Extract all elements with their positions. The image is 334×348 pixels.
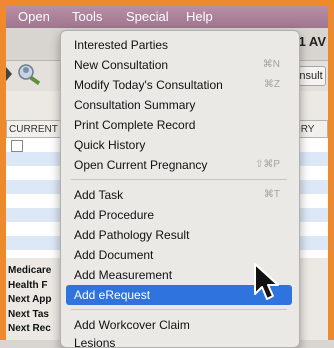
- menu-item-shortcut: ⌘Z: [263, 79, 280, 90]
- menu-item-label: Add Workcover Claim: [74, 318, 190, 332]
- label-next-appointment: Next App: [8, 294, 52, 305]
- label-next-recall: Next Rec: [8, 323, 51, 334]
- menu-item-label: Lesions: [74, 336, 116, 348]
- menu-item-add-task[interactable]: Add Task ⌘T: [66, 185, 292, 205]
- menu-separator: [71, 309, 287, 310]
- menu-item-add-workcover-claim[interactable]: Add Workcover Claim: [66, 315, 292, 335]
- patient-search-icon[interactable]: [6, 63, 48, 85]
- menu-item-label: Add eRequest: [74, 288, 151, 302]
- menu-item-label: Quick History: [74, 138, 146, 152]
- menu-item-add-procedure[interactable]: Add Procedure: [66, 205, 292, 225]
- menu-help[interactable]: Help: [186, 6, 213, 28]
- menu-separator: [71, 179, 287, 180]
- label-health-fund: Health F: [8, 279, 48, 291]
- menu-item-label: Add Procedure: [74, 208, 155, 222]
- menu-item-label: Add Pathology Result: [74, 228, 190, 242]
- menu-item-new-consultation[interactable]: New Consultation ⌘N: [66, 55, 292, 75]
- menu-item-lesions[interactable]: Lesions: [66, 333, 292, 348]
- menu-item-modify-consultation[interactable]: Modify Today's Consultation ⌘Z: [66, 75, 292, 95]
- menu-item-shortcut: ⌘N: [262, 59, 280, 70]
- menu-item-shortcut: ⇧⌘P: [254, 159, 280, 170]
- menu-item-add-pathology-result[interactable]: Add Pathology Result: [66, 225, 292, 245]
- menu-item-label: New Consultation: [74, 58, 169, 72]
- label-medicare: Medicare: [8, 265, 52, 276]
- menu-open[interactable]: Open: [18, 6, 50, 28]
- arrow-cursor-icon: [254, 263, 279, 300]
- patient-info-labels: Medicare Health F Next App Next Tas Next…: [6, 264, 66, 337]
- menu-special[interactable]: Special: [126, 6, 169, 28]
- current-list[interactable]: [6, 138, 65, 258]
- menu-item-label: Open Current Pregnancy: [74, 158, 208, 172]
- menu-item-label: Add Document: [74, 248, 154, 262]
- menu-item-consultation-summary[interactable]: Consultation Summary: [66, 95, 292, 115]
- menu-tools[interactable]: Tools: [72, 6, 102, 28]
- menu-item-interested-parties[interactable]: Interested Parties: [66, 35, 292, 55]
- label-next-task: Next Tas: [8, 308, 49, 320]
- menu-item-quick-history[interactable]: Quick History: [66, 135, 292, 155]
- menu-item-label: Add Measurement: [74, 268, 173, 282]
- menu-item-label: Modify Today's Consultation: [74, 78, 223, 92]
- menu-item-label: Consultation Summary: [74, 98, 196, 112]
- table-header-current[interactable]: CURRENT: [6, 120, 64, 138]
- menu-item-shortcut: ⌘T: [263, 189, 280, 200]
- menu-item-label: Interested Parties: [74, 38, 169, 52]
- menu-item-label: Add Task: [74, 188, 124, 202]
- menu-item-label: Print Complete Record: [74, 118, 196, 132]
- menu-bar: Open Tools Special Help: [6, 6, 328, 28]
- menu-item-print-complete-record[interactable]: Print Complete Record: [66, 115, 292, 135]
- row-checkbox[interactable]: [11, 140, 23, 152]
- menu-item-open-current-pregnancy[interactable]: Open Current Pregnancy ⇧⌘P: [66, 155, 292, 175]
